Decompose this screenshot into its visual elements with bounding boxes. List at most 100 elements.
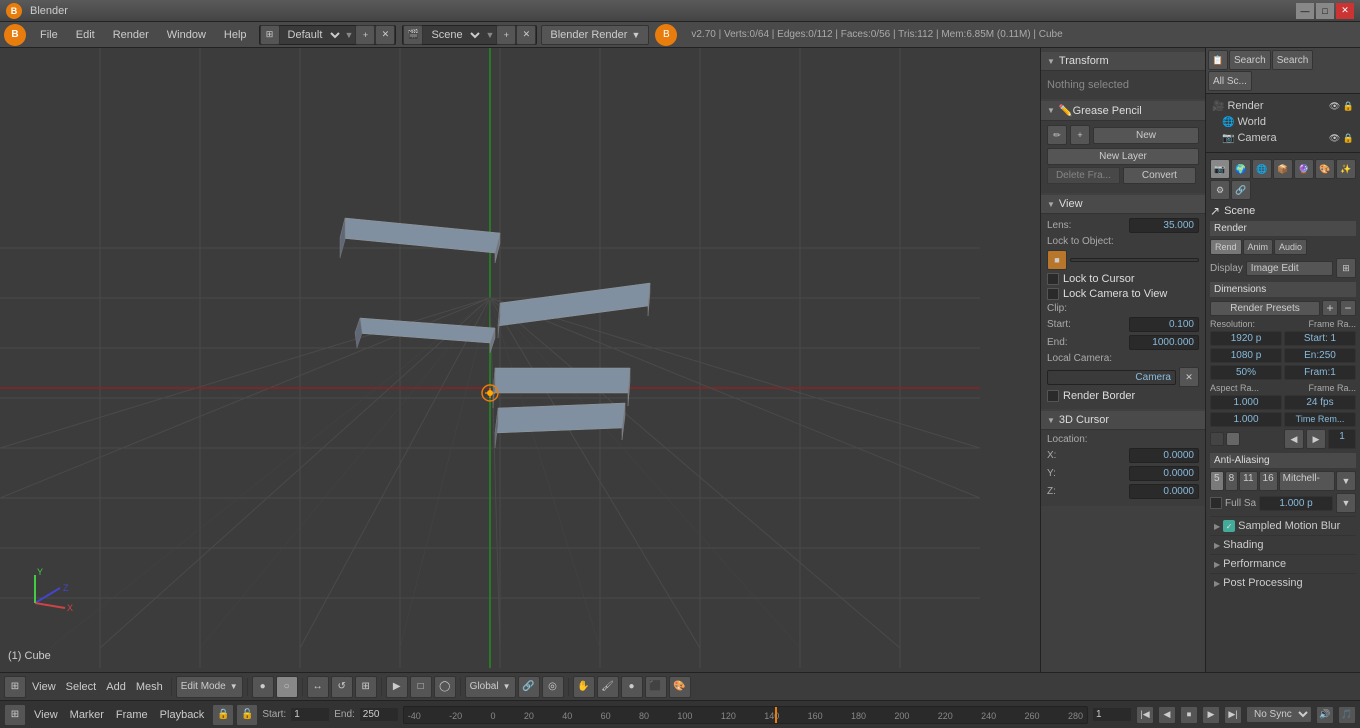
box-select-tool[interactable]: □ [410, 676, 432, 698]
res-pct-field[interactable]: 50% [1210, 365, 1282, 380]
render-presets-add[interactable]: + [1322, 300, 1338, 316]
lock-icon[interactable]: 🔒 [212, 704, 234, 726]
layout-selector[interactable]: ⊞ Default ▼ + ✕ [259, 25, 397, 45]
add-grease-icon[interactable]: + [1070, 125, 1090, 145]
close-button[interactable]: ✕ [1336, 3, 1354, 19]
camera-field[interactable]: Camera [1047, 370, 1176, 385]
add-menu[interactable]: Add [102, 676, 130, 698]
layout-dropdown[interactable]: Default [280, 28, 343, 42]
scale-tool[interactable]: ⊞ [355, 676, 377, 698]
res-y-field[interactable]: 1080 p [1210, 348, 1282, 363]
lens-value[interactable]: 35.000 [1129, 218, 1199, 233]
render-engine-selector[interactable]: Blender Render ▼ [541, 25, 649, 45]
translate-tool[interactable]: ↔ [307, 676, 329, 698]
vertex-paint-icon[interactable]: ● [621, 676, 643, 698]
new-grease-button[interactable]: New [1093, 127, 1199, 144]
z-value[interactable]: 0.0000 [1129, 484, 1199, 499]
layout-add[interactable]: + [355, 25, 375, 45]
view-menu-bottom[interactable]: View [28, 676, 60, 698]
outliner-icon[interactable]: 📋 [1208, 50, 1228, 70]
transform-orientation[interactable]: Global ▼ [465, 676, 516, 698]
view-header[interactable]: View [1041, 195, 1205, 214]
display-icon-btn[interactable]: ⊞ [1336, 258, 1356, 278]
render-object-icon[interactable]: 📦 [1273, 159, 1293, 179]
mute-btn[interactable]: 🔊 [1316, 706, 1334, 724]
tab-anim[interactable]: Anim [1243, 239, 1274, 255]
unlock-icon[interactable]: 🔓 [236, 704, 258, 726]
solid-shading-btn[interactable]: ● [252, 676, 274, 698]
cursor-header[interactable]: 3D Cursor [1041, 411, 1205, 430]
render-physics-icon[interactable]: ⚙ [1210, 180, 1230, 200]
step-frame-field[interactable]: Fram:1 [1284, 365, 1356, 380]
scene-selector[interactable]: 🎬 Scene ▼ + ✕ [402, 25, 537, 45]
aa-11[interactable]: 11 [1239, 471, 1257, 491]
aa-8[interactable]: 8 [1225, 471, 1239, 491]
aa-filter-btn[interactable]: Mitchell- [1279, 471, 1335, 491]
mode-selector[interactable]: Edit Mode ▼ [176, 676, 243, 698]
wireframe-shading-btn[interactable]: ○ [276, 676, 298, 698]
render-section-header[interactable]: Render [1210, 221, 1356, 236]
menu-help[interactable]: Help [216, 25, 255, 45]
timeline-playback-menu[interactable]: Playback [156, 704, 209, 726]
clip-end-value[interactable]: 1000.000 [1129, 335, 1199, 350]
aa-5[interactable]: 5 [1210, 471, 1224, 491]
aa-header[interactable]: Anti-Aliasing [1210, 453, 1356, 468]
rotate-tool[interactable]: ↺ [331, 676, 353, 698]
tab-rend[interactable]: Rend [1210, 239, 1242, 255]
tab-audio[interactable]: Audio [1274, 239, 1307, 255]
timeline-icon[interactable]: ⊞ [4, 704, 26, 726]
transform-header[interactable]: Transform [1041, 52, 1205, 71]
time-play-back[interactable]: ◀ [1284, 429, 1304, 449]
render-constraint-icon[interactable]: 🔗 [1231, 180, 1251, 200]
x-value[interactable]: 0.0000 [1129, 448, 1199, 463]
all-scenes-btn[interactable]: All Sc... [1208, 71, 1252, 91]
res-x-field[interactable]: 1920 p [1210, 331, 1282, 346]
timeline-end-input[interactable] [359, 707, 399, 722]
select-tool[interactable]: ▶ [386, 676, 408, 698]
render-border-checkbox[interactable] [1047, 390, 1059, 402]
fps-field[interactable]: 24 fps [1284, 395, 1356, 410]
render-particle-icon[interactable]: ✨ [1336, 159, 1356, 179]
sync-select[interactable]: No Sync [1246, 706, 1312, 723]
scene-add[interactable]: + [496, 25, 516, 45]
y-value[interactable]: 0.0000 [1129, 466, 1199, 481]
mesh-menu[interactable]: Mesh [132, 676, 167, 698]
render-texture-icon[interactable]: 🎨 [1315, 159, 1335, 179]
maximize-button[interactable]: □ [1316, 3, 1334, 19]
full-sample-arrow[interactable]: ▼ [1336, 493, 1356, 513]
grease-pencil-header[interactable]: ✏️ Grease Pencil [1041, 101, 1205, 121]
display-value[interactable]: Image Edit [1246, 261, 1333, 276]
current-frame-input[interactable] [1092, 707, 1132, 722]
pencil-tool-icon[interactable]: ✏ [1047, 125, 1067, 145]
delete-frame-button[interactable]: Delete Fra... [1047, 167, 1120, 184]
select-menu[interactable]: Select [62, 676, 101, 698]
lock-camera-checkbox[interactable] [1047, 288, 1059, 300]
proportional-icon[interactable]: ◎ [542, 676, 564, 698]
new-layer-button[interactable]: New Layer [1047, 148, 1199, 165]
viewport-icon[interactable]: ⊞ [4, 676, 26, 698]
render-material-icon[interactable]: 🔮 [1294, 159, 1314, 179]
lock-cursor-checkbox[interactable] [1047, 273, 1059, 285]
render-presets-button[interactable]: Render Presets [1210, 301, 1320, 316]
aa-filter-arrow[interactable]: ▼ [1336, 471, 1356, 491]
post-processing-section[interactable]: ▶ Post Processing [1210, 573, 1356, 592]
sculpt-icon[interactable]: ✋ [573, 676, 595, 698]
menu-window[interactable]: Window [159, 25, 214, 45]
shading-section[interactable]: ▶ Shading [1210, 535, 1356, 554]
weight-paint-icon[interactable]: ⬛ [645, 676, 667, 698]
lock-object-field[interactable] [1070, 258, 1199, 262]
texture-paint-icon[interactable]: 🎨 [669, 676, 691, 698]
timeline-view-menu[interactable]: View [30, 704, 62, 726]
play-back-btn[interactable]: ◀ [1158, 706, 1176, 724]
stop-btn[interactable]: ⏹ [1180, 706, 1198, 724]
time-play-forward[interactable]: ▶ [1306, 429, 1326, 449]
search-icon[interactable]: Search [1272, 50, 1314, 70]
sampled-motion-section[interactable]: ▶ ✓ Sampled Motion Blur [1210, 516, 1356, 535]
play-forward-btn[interactable]: ▶ [1202, 706, 1220, 724]
timeline-start-input[interactable] [290, 707, 330, 722]
circle-select-tool[interactable]: ◯ [434, 676, 456, 698]
convert-button[interactable]: Convert [1123, 167, 1196, 184]
render-properties-icon[interactable]: 📷 [1210, 159, 1230, 179]
end-frame-field[interactable]: En:250 [1284, 348, 1356, 363]
layout-remove[interactable]: ✕ [375, 25, 395, 45]
